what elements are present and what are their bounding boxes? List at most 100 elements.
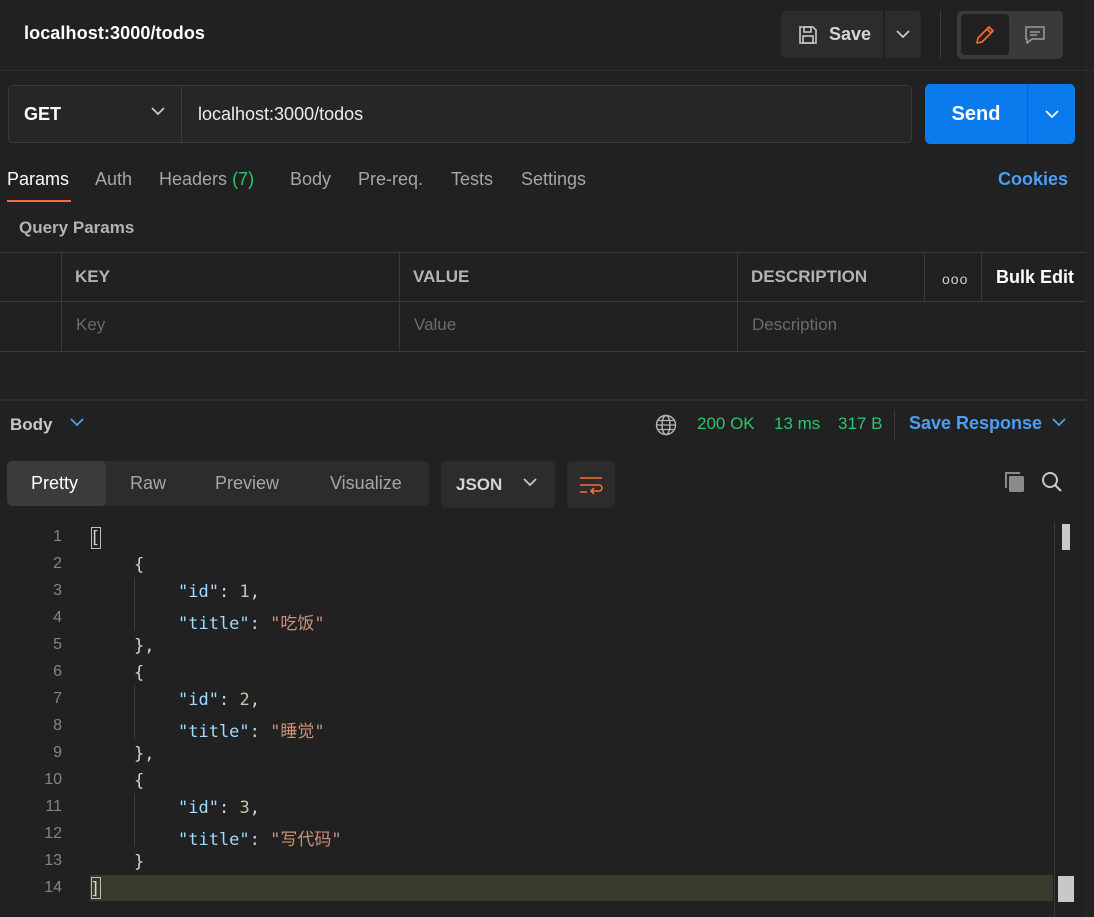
code-line: "id": 1, [178, 582, 260, 602]
json-colon: : [249, 722, 271, 742]
toolbar-divider [894, 410, 895, 440]
code-line: { [134, 771, 145, 791]
json-string: "睡觉" [270, 722, 325, 742]
table-column-divider [61, 253, 62, 351]
table-column-divider [737, 253, 738, 351]
response-body-selector[interactable]: Body [10, 415, 53, 435]
wrap-lines-button[interactable] [567, 461, 615, 508]
chevron-down-icon [151, 107, 165, 116]
code-line: "title": "写代码" [178, 825, 342, 850]
json-number: 2 [239, 690, 250, 710]
code-line: { [134, 555, 145, 575]
line-number: 12 [44, 825, 62, 842]
request-header: localhost:3000/todos [0, 0, 1094, 71]
line-number: 8 [53, 717, 62, 734]
chevron-down-icon[interactable] [70, 418, 84, 427]
json-string: "吃饭" [270, 614, 325, 634]
editor-scrollbar-thumb[interactable] [1062, 524, 1070, 550]
json-string: "写代码" [270, 830, 342, 850]
table-column-divider [924, 253, 925, 301]
view-tab-visualize[interactable]: Visualize [330, 461, 402, 506]
line-number: 2 [53, 555, 62, 572]
key-input[interactable]: Key [76, 315, 105, 335]
code-line: ] [90, 879, 101, 899]
query-params-heading: Query Params [19, 218, 135, 237]
json-key: "id" [178, 690, 219, 710]
column-header-key: KEY [75, 267, 110, 286]
json-comma: , [249, 690, 260, 710]
copy-icon[interactable] [1003, 470, 1027, 494]
save-response-button[interactable]: Save Response [909, 413, 1042, 434]
comments-mode-button[interactable] [1011, 14, 1059, 55]
pane-splitter[interactable] [0, 399, 1087, 401]
tab-body[interactable]: Body [290, 169, 331, 190]
bulk-edit-button[interactable]: Bulk Edit [996, 267, 1074, 288]
chevron-down-icon[interactable] [1052, 418, 1066, 427]
code-line: } [134, 852, 145, 872]
json-comma: , [249, 798, 260, 818]
code-line: }, [134, 636, 155, 656]
tab-params[interactable]: Params [7, 169, 69, 190]
method-value: GET [24, 103, 62, 124]
format-value: JSON [456, 474, 503, 494]
json-key: "title" [178, 830, 250, 850]
view-tab-raw[interactable]: Raw [130, 461, 166, 506]
response-body-editor[interactable] [0, 523, 1080, 917]
headers-count-badge: (7) [232, 169, 255, 189]
json-colon: : [218, 798, 240, 818]
line-number: 11 [45, 798, 62, 815]
code-line: "id": 2, [178, 690, 260, 710]
editor-overview-marker [1058, 876, 1074, 902]
send-options-button[interactable] [1027, 84, 1075, 144]
json-colon: : [249, 614, 271, 634]
json-colon: : [218, 690, 240, 710]
json-number: 3 [239, 798, 250, 818]
editor-scroll-track [1054, 523, 1055, 917]
active-tab-indicator [7, 200, 71, 202]
save-options-button[interactable] [885, 11, 921, 58]
save-button[interactable]: Save [781, 11, 883, 58]
table-row-divider [0, 301, 1087, 302]
json-colon: : [249, 830, 271, 850]
response-time[interactable]: 13 ms [774, 414, 820, 434]
code-line: [ [90, 528, 101, 548]
comment-icon [1025, 25, 1045, 44]
code-line: "id": 3, [178, 798, 260, 818]
view-tab-pretty[interactable]: Pretty [31, 461, 78, 506]
chevron-down-icon [896, 30, 910, 39]
json-key: "title" [178, 614, 250, 634]
send-button[interactable]: Send [925, 84, 1027, 144]
request-title[interactable]: localhost:3000/todos [24, 23, 205, 44]
chevron-down-icon [523, 478, 537, 487]
json-comma: , [249, 582, 260, 602]
tab-headers[interactable]: Headers (7) [159, 169, 254, 190]
tab-pre-request[interactable]: Pre-req. [358, 169, 423, 190]
wrap-lines-icon [580, 476, 603, 495]
line-number: 3 [53, 582, 62, 599]
description-input[interactable]: Description [752, 315, 837, 335]
format-select[interactable]: JSON [441, 461, 555, 508]
more-options-icon[interactable]: ooo [942, 271, 968, 287]
value-input[interactable]: Value [414, 315, 456, 335]
json-key: "id" [178, 582, 219, 602]
tab-auth[interactable]: Auth [95, 169, 132, 190]
cookies-link[interactable]: Cookies [998, 169, 1068, 190]
tab-tests[interactable]: Tests [451, 169, 493, 190]
edit-mode-button[interactable] [961, 14, 1009, 55]
method-select[interactable]: GET [8, 85, 181, 143]
code-line: }, [134, 744, 155, 764]
status-code[interactable]: 200 OK [697, 414, 755, 434]
toolbar-divider [940, 10, 941, 58]
line-number: 7 [53, 690, 62, 707]
search-icon[interactable] [1040, 470, 1064, 494]
json-number: 1 [239, 582, 250, 602]
url-input[interactable]: localhost:3000/todos [181, 85, 912, 143]
tab-settings[interactable]: Settings [521, 169, 586, 190]
response-size[interactable]: 317 B [838, 414, 882, 434]
globe-icon[interactable] [655, 414, 677, 436]
code-line: { [134, 663, 145, 683]
save-icon [799, 25, 817, 44]
line-number: 6 [53, 663, 62, 680]
line-number: 5 [53, 636, 62, 653]
view-tab-preview[interactable]: Preview [215, 461, 279, 506]
